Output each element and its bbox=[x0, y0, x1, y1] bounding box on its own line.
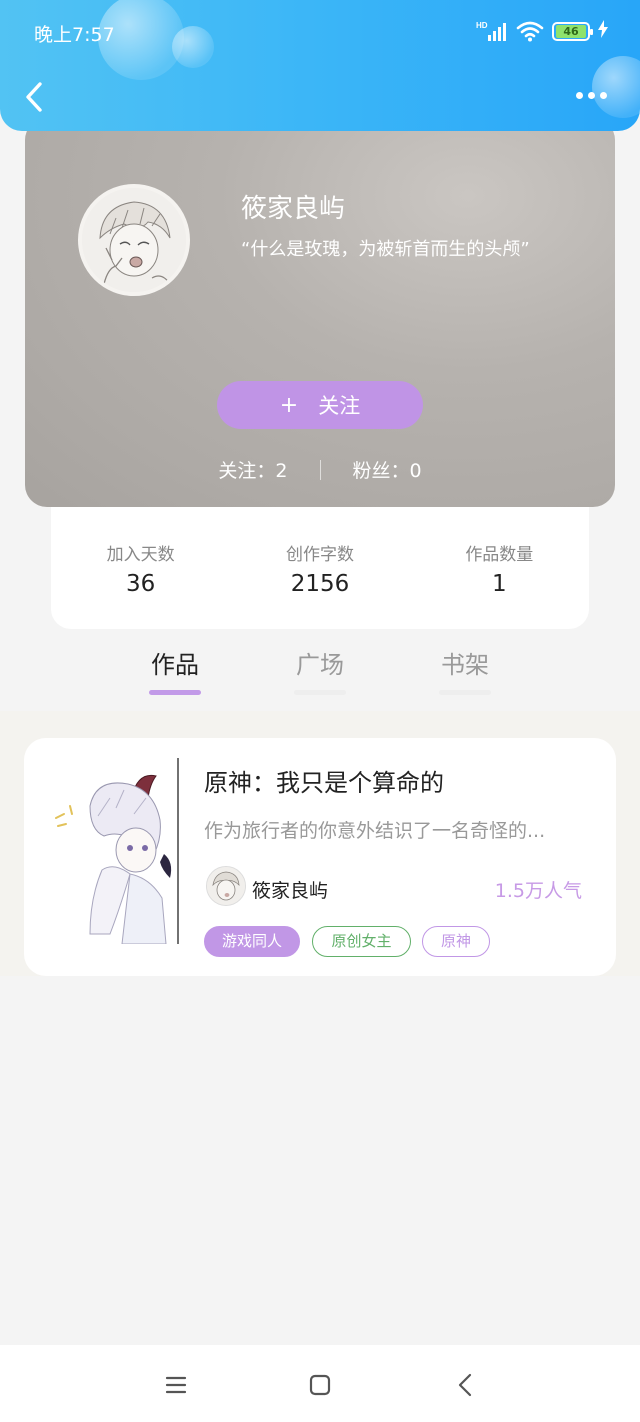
menu-icon bbox=[165, 1376, 187, 1394]
stat-item-join-days: 加入天数 36 bbox=[51, 500, 230, 629]
network-label: HD bbox=[476, 21, 488, 30]
tab-works[interactable]: 作品 bbox=[130, 645, 220, 695]
follow-button[interactable]: + 关注 bbox=[217, 381, 423, 429]
author-name: 筱家良屿 bbox=[252, 880, 329, 902]
author-avatar-illustration bbox=[207, 867, 245, 905]
decorative-bubble bbox=[172, 26, 214, 68]
more-icon-dot bbox=[588, 92, 595, 99]
follow-stats: 关注：2 粉丝：0 bbox=[25, 456, 615, 483]
battery-icon: 46 bbox=[552, 21, 593, 41]
tab-indicator bbox=[439, 690, 491, 695]
popularity-count: 1.5万人气 bbox=[494, 880, 582, 902]
tab-indicator bbox=[149, 690, 201, 695]
tab-label: 书架 bbox=[441, 651, 489, 679]
home-button[interactable] bbox=[302, 1367, 338, 1403]
more-icon-dot bbox=[576, 92, 583, 99]
wifi-icon bbox=[516, 20, 544, 42]
stat-value: 36 bbox=[126, 571, 156, 597]
stat-divider bbox=[319, 459, 321, 480]
author-avatar[interactable] bbox=[206, 866, 246, 906]
battery-level: 46 bbox=[556, 24, 586, 38]
back-icon bbox=[26, 82, 42, 112]
top-header: 晚上7:57 HD 46 bbox=[0, 0, 640, 131]
tab-bar: 作品 广场 书架 bbox=[0, 645, 640, 711]
user-name: 筱家良屿 bbox=[241, 194, 346, 224]
tab-label: 广场 bbox=[296, 651, 344, 679]
stat-value: 1 bbox=[492, 571, 507, 597]
work-card[interactable]: 原神：我只是个算命的 作为旅行者的你意外结识了一名奇怪的... 筱家良屿 1.5… bbox=[24, 738, 616, 976]
stat-label: 创作字数 bbox=[285, 545, 354, 565]
home-icon bbox=[309, 1374, 331, 1396]
signal-icon: HD bbox=[476, 20, 508, 42]
stat-value: 2156 bbox=[290, 571, 350, 597]
work-description: 作为旅行者的你意外结识了一名奇怪的... bbox=[204, 820, 546, 842]
stat-item-word-count: 创作字数 2156 bbox=[230, 500, 409, 629]
back-nav-icon bbox=[458, 1373, 472, 1397]
system-back-button[interactable] bbox=[448, 1367, 484, 1403]
status-time: 晚上7:57 bbox=[34, 24, 115, 46]
back-button[interactable] bbox=[22, 78, 52, 116]
profile-card: 筱家良屿 “什么是玫瑰，为被斩首而生的头颅” + 关注 关注：2 粉丝：0 bbox=[25, 118, 615, 507]
stat-label: 加入天数 bbox=[106, 545, 175, 565]
tab-bookshelf[interactable]: 书架 bbox=[420, 645, 510, 695]
work-cover[interactable] bbox=[50, 758, 180, 944]
follow-label: 关注 bbox=[318, 394, 361, 418]
decorative-bubble bbox=[592, 56, 640, 118]
stats-card: 加入天数 36 创作字数 2156 作品数量 1 bbox=[51, 500, 589, 629]
tag-genshin[interactable]: 原神 bbox=[422, 926, 490, 957]
menu-button[interactable] bbox=[158, 1367, 194, 1403]
status-icons: HD 46 bbox=[476, 20, 608, 42]
plus-icon: + bbox=[279, 392, 299, 418]
stat-label: 作品数量 bbox=[465, 545, 534, 565]
tab-square[interactable]: 广场 bbox=[275, 645, 365, 695]
followers-count[interactable]: 粉丝：0 bbox=[353, 456, 422, 483]
stat-item-works-count: 作品数量 1 bbox=[410, 500, 589, 629]
work-title: 原神：我只是个算命的 bbox=[204, 769, 444, 797]
more-button[interactable] bbox=[576, 92, 610, 102]
charging-icon bbox=[598, 20, 608, 42]
more-icon-dot bbox=[600, 92, 607, 99]
tag-game-fanfic[interactable]: 游戏同人 bbox=[204, 926, 300, 957]
tab-indicator bbox=[294, 690, 346, 695]
tag-original-heroine[interactable]: 原创女主 bbox=[312, 926, 411, 957]
user-motto: “什么是玫瑰，为被斩首而生的头颅” bbox=[241, 239, 530, 260]
avatar[interactable] bbox=[78, 184, 190, 296]
following-count[interactable]: 关注：2 bbox=[218, 456, 287, 483]
system-navigation-bar bbox=[0, 1345, 640, 1422]
avatar-illustration bbox=[82, 188, 186, 292]
tab-label: 作品 bbox=[151, 651, 199, 679]
cover-illustration bbox=[50, 758, 180, 944]
